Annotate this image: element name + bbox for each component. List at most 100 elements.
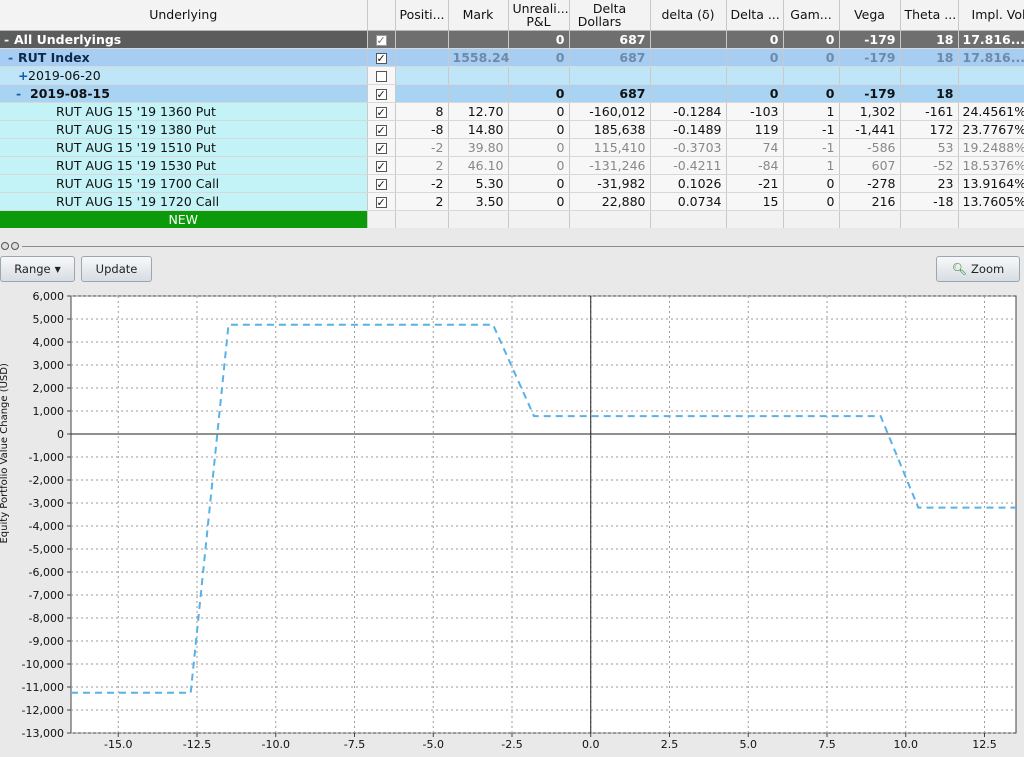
cell-gamma: 0 (783, 84, 840, 103)
y-tick-label: -13,000 (22, 727, 64, 740)
y-tick-label: 3,000 (33, 359, 65, 372)
cell-gamma: 1 (783, 102, 840, 121)
cell-delta: 0.0734 (650, 192, 727, 211)
col-unrealized-pnl[interactable]: Unreali... P&L (508, 0, 570, 31)
y-tick-label: -6,000 (29, 566, 64, 579)
row-checkbox[interactable] (375, 32, 387, 47)
cell-gamma: 0 (783, 30, 840, 49)
collapse-icon[interactable]: - (4, 31, 14, 48)
cell-theta: 23 (900, 174, 959, 193)
table-row[interactable]: RUT AUG 15 '19 1380 Put -8 14.80 0 185,6… (0, 120, 1024, 139)
cell-unreal: 0 (508, 192, 570, 211)
table-row[interactable]: RUT AUG 15 '19 1700 Call -2 5.30 0 -31,9… (0, 174, 1024, 193)
new-row-button[interactable]: NEW (0, 210, 368, 228)
row-checkbox[interactable] (375, 140, 387, 155)
cell-delta-dollars: 687 (569, 84, 651, 103)
collapse-icon[interactable]: - (8, 49, 18, 66)
cell-mark: 12.70 (448, 102, 509, 121)
col-vega[interactable]: Vega (839, 0, 901, 31)
row-checkbox[interactable] (375, 158, 387, 173)
col-delta-more[interactable]: Delta ... (726, 0, 784, 31)
cell-gamma: -1 (783, 120, 840, 139)
portfolio-value-chart[interactable]: 6,000 5,000 4,000 3,000 2,000 1,000 0 -1,000 -2,… (0, 287, 1024, 757)
cell-gamma: 0 (783, 192, 840, 211)
y-axis-label: Equity Portfolio Value Change (USD) (0, 363, 10, 543)
y-tick-label: -12,000 (22, 704, 64, 717)
row-checkbox[interactable] (375, 122, 387, 137)
cell-unreal: 0 (508, 84, 570, 103)
col-theta[interactable]: Theta ... (900, 0, 959, 31)
row-all-underlyings[interactable]: -All Underlyings 0 687 0 0 -179 18 17.81… (0, 30, 1024, 49)
row-expiry-2019-08-15[interactable]: -2019-08-15 0 687 0 0 -179 18 (0, 84, 1024, 103)
row-label: RUT AUG 15 '19 1720 Call (0, 192, 368, 211)
update-button[interactable]: Update (81, 256, 152, 282)
cell-delta-dollars: 115,410 (569, 138, 651, 157)
panel-splitter[interactable] (0, 241, 1024, 251)
cell-impl-vol: 18.5376% (958, 156, 1024, 175)
col-mark[interactable]: Mark (448, 0, 509, 31)
x-tick-label: 5.0 (740, 738, 758, 751)
row-checkbox[interactable] (375, 104, 387, 119)
collapse-icon[interactable]: - (16, 85, 26, 102)
x-tick-label: -10.0 (262, 738, 290, 751)
table-row[interactable]: RUT AUG 15 '19 1720 Call 2 3.50 0 22,880… (0, 192, 1024, 211)
zoom-button[interactable]: 🔍︎ Zoom (936, 256, 1020, 282)
cell-position: 8 (395, 102, 449, 121)
col-select[interactable] (367, 0, 396, 31)
zoom-icon: 🔍︎ (951, 262, 968, 276)
col-underlying[interactable]: Underlying (0, 0, 368, 31)
table-header: Underlying Positi... Mark Unreali... P&L … (0, 0, 1024, 31)
col-position[interactable]: Positi... (395, 0, 449, 31)
cell-delta-more: -84 (726, 156, 784, 175)
cell-delta-dollars: -160,012 (569, 102, 651, 121)
cell-unreal: 0 (508, 48, 570, 67)
expand-panel-icon[interactable] (1, 242, 9, 250)
col-impl-vol[interactable]: Impl. Vol. (958, 0, 1024, 31)
row-label: RUT AUG 15 '19 1380 Put (0, 120, 368, 139)
col-delta-dollars[interactable]: Delta Dollars (569, 0, 651, 31)
cell-mark: 3.50 (448, 192, 509, 211)
cell-delta-more: 15 (726, 192, 784, 211)
expand-icon[interactable]: + (18, 67, 28, 84)
cell-impl-vol: 17.816... (958, 48, 1024, 67)
range-dropdown-button[interactable]: Range ▼ (0, 256, 75, 282)
row-checkbox[interactable] (375, 86, 387, 101)
x-tick-label: -2.5 (501, 738, 522, 751)
cell-delta-dollars: 687 (569, 48, 651, 67)
new-row[interactable]: NEW (0, 210, 1024, 228)
row-label: RUT AUG 15 '19 1360 Put (0, 102, 368, 121)
row-expiry-2019-06-20[interactable]: +2019-06-20 (0, 66, 1024, 85)
row-checkbox[interactable] (375, 50, 387, 65)
x-tick-label: -15.0 (104, 738, 132, 751)
table-row[interactable]: RUT AUG 15 '19 1510 Put -2 39.80 0 115,4… (0, 138, 1024, 157)
cell-delta: -0.1489 (650, 120, 727, 139)
cell-delta-more: -103 (726, 102, 784, 121)
plot-area (70, 295, 1017, 734)
row-checkbox[interactable] (375, 176, 387, 191)
chevron-down-icon: ▼ (54, 264, 61, 274)
table-row[interactable]: RUT AUG 15 '19 1530 Put 2 46.10 0 -131,2… (0, 156, 1024, 175)
row-rut-index[interactable]: -RUT Index 1558.24 0 687 0 0 -179 18 17.… (0, 48, 1024, 67)
cell-gamma: 1 (783, 156, 840, 175)
cell-vega: 1,302 (839, 102, 901, 121)
col-delta[interactable]: delta (δ) (650, 0, 727, 31)
cell-delta-dollars: 22,880 (569, 192, 651, 211)
y-tick-label: -11,000 (22, 681, 64, 694)
collapse-panel-icon[interactable] (11, 242, 19, 250)
x-tick-label: -5.0 (423, 738, 444, 751)
row-label: All Underlyings (14, 31, 122, 47)
cell-gamma: 0 (783, 48, 840, 67)
splitter-line (22, 246, 1024, 247)
col-gamma[interactable]: Gam... (783, 0, 840, 31)
row-checkbox[interactable] (375, 70, 387, 82)
x-tick-label: 7.5 (818, 738, 836, 751)
row-label: RUT AUG 15 '19 1700 Call (0, 174, 368, 193)
cell-position: -2 (395, 174, 449, 193)
cell-delta-more: 0 (726, 30, 784, 49)
cell-vega: 607 (839, 156, 901, 175)
cell-impl-vol: 19.2488% (958, 138, 1024, 157)
table-row[interactable]: RUT AUG 15 '19 1360 Put 8 12.70 0 -160,0… (0, 102, 1024, 121)
row-checkbox[interactable] (375, 194, 387, 209)
y-tick-label: -2,000 (29, 474, 64, 487)
cell-delta-more: -21 (726, 174, 784, 193)
